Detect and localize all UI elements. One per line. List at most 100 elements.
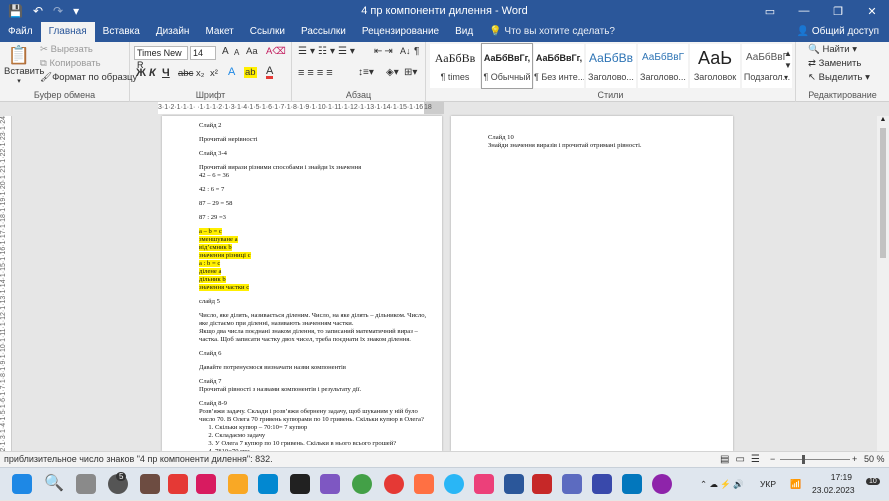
replace-button[interactable]: ⇄ Заменить [808,58,861,69]
close-icon[interactable]: ✕ [855,0,889,22]
highlight-button[interactable]: ab [244,67,257,78]
app-icon-8[interactable] [592,474,612,494]
app-icon-3[interactable] [196,474,216,494]
word-count[interactable]: приблизительное число знаков "4 пр компо… [4,452,273,467]
sort-button[interactable]: A↓ [400,46,411,56]
file-explorer-icon[interactable] [228,474,248,494]
find-button[interactable]: 🔍 Найти ▾ [808,44,857,55]
app-icon-10[interactable] [652,474,672,494]
notification-count[interactable]: 10 [866,478,880,485]
tab-home[interactable]: Главная [40,22,95,42]
style-normal[interactable]: АаБбВвГг, ¶ Обычный [481,43,533,89]
app-icon-7[interactable] [474,474,494,494]
scrollbar-thumb[interactable] [880,128,886,258]
style-heading-2[interactable]: АаБбВвГ Заголово... [638,44,688,88]
start-icon[interactable] [12,474,32,494]
underline-button[interactable]: Ч [162,67,170,79]
zoom-out-button[interactable]: − [770,452,775,467]
word-icon[interactable] [504,474,524,494]
cut-button[interactable]: ✂ Вырезать [40,44,93,55]
superscript-button[interactable]: x² [210,68,218,79]
style-title[interactable]: АаЬ Заголовок [690,44,740,88]
clear-format-icon[interactable]: A⌫ [266,46,286,57]
redo-icon[interactable]: ↷ [53,4,63,18]
italic-button[interactable]: К [149,67,156,79]
restore-icon[interactable]: ❐ [821,0,855,22]
list-buttons[interactable]: ☰▾☷▾☰▾ [298,46,358,57]
text-effects-button[interactable]: A [228,66,235,78]
font-color-button[interactable]: A [266,66,274,79]
zoom-slider[interactable] [780,459,850,460]
telegram-icon[interactable] [444,474,464,494]
grow-font-button[interactable]: A [222,46,229,57]
volume-icon[interactable]: 📶 [790,468,801,501]
shading-button[interactable]: ◈▾ [386,67,399,78]
doc-line: 87 – 29 = 58 [199,200,233,207]
doc-line: значення частки с [199,284,250,291]
paragraph-group: ☰▾☷▾☰▾ ⇤⇥ A↓ ¶ ≡≡≡≡ ↕≡▾ ◈▾ ⊞▾ Абзац [292,42,426,102]
undo-icon[interactable]: ↶ [33,4,43,18]
app-icon-5[interactable] [320,474,340,494]
subscript-button[interactable]: x₂ [196,68,204,79]
vertical-scrollbar[interactable]: ▲ [877,116,889,451]
style-no-spacing[interactable]: АаБбВвГг, ¶ Без инте... [534,44,584,88]
scroll-up-icon[interactable]: ▲ [877,116,889,123]
yandex-icon[interactable] [384,474,404,494]
task-view-icon[interactable] [76,474,96,494]
app-icon-6[interactable] [414,474,434,494]
search-icon[interactable]: 🔍 [44,474,64,494]
style-times[interactable]: АаБбВв ¶ times [430,44,480,88]
font-size-box[interactable]: 14 [190,46,216,60]
document-page-2[interactable]: Слайд 10 Знайди значення виразів і прочит… [451,116,733,451]
save-icon[interactable]: 💾 [8,4,23,18]
app-icon-1[interactable] [140,474,160,494]
horizontal-ruler-right[interactable]: 18 [424,102,444,114]
edge-icon[interactable] [258,474,278,494]
strikethrough-button[interactable]: abc [178,68,193,79]
tell-me-search[interactable]: 💡 Что вы хотите сделать? [481,22,623,42]
style-heading-1[interactable]: АаБбВв Заголово... [586,44,636,88]
document-page-1[interactable]: Слайд 2 Прочитай нерівності Слайд 3-4 Прочи… [162,116,442,455]
tab-insert[interactable]: Вставка [95,22,148,42]
copy-button[interactable]: ⧉ Копировать [40,58,101,69]
powerpoint-icon[interactable] [532,474,552,494]
borders-button[interactable]: ⊞▾ [404,67,417,78]
paste-button[interactable]: 📋 Вставить ▾ [4,44,44,85]
styles-scroll-icon[interactable]: ▲ ▼ ▾ [784,48,792,84]
minimize-icon[interactable]: — [787,0,821,22]
indent-buttons[interactable]: ⇤⇥ [374,46,395,57]
view-buttons[interactable]: ▤▭☰ [720,452,766,467]
line-spacing-button[interactable]: ↕≡▾ [358,67,374,78]
share-button[interactable]: 👤 Общий доступ [787,22,889,42]
app-icon-4[interactable] [290,474,310,494]
zoom-in-button[interactable]: + [852,452,857,467]
tab-file[interactable]: Файл [0,22,41,42]
language-indicator[interactable]: УКР [760,468,776,501]
customize-icon[interactable]: ▾ [73,4,79,18]
app-icon-2[interactable] [168,474,188,494]
align-buttons[interactable]: ≡≡≡≡ [298,67,336,79]
vertical-ruler[interactable]: ·1·2·1·1·1· ·1·1·1·2·1·3·1·4·1·5·1·6·1·7… [0,116,12,451]
tab-design[interactable]: Дизайн [148,22,198,42]
tab-view[interactable]: Вид [447,22,481,42]
format-painter-button[interactable]: 🖌Формат по образцу [40,72,137,83]
chrome-icon[interactable] [352,474,372,494]
font-name-box[interactable]: Times New R [134,46,188,70]
horizontal-ruler[interactable]: 3·1·2·1·1·1· ·1·1·1·2·1·3·1·4·1·5·1·6·1·… [158,102,424,114]
bold-button[interactable]: Ж [136,67,146,79]
change-case-button[interactable]: Aa [246,46,258,57]
ribbon-display-icon[interactable]: ▭ [753,0,787,22]
app-icon-9[interactable] [622,474,642,494]
tab-references[interactable]: Ссылки [242,22,293,42]
system-tray-icons[interactable]: ⌃ ☁ ⚡ 🔊 [700,468,744,501]
tab-review[interactable]: Рецензирование [354,22,447,42]
zoom-slider-thumb[interactable] [802,455,805,464]
tab-mailings[interactable]: Рассылки [293,22,354,42]
teams-icon[interactable] [562,474,582,494]
show-marks-button[interactable]: ¶ [414,46,419,57]
clock[interactable]: 17:19 23.02.2023 [812,471,855,497]
zoom-level[interactable]: 50 % [864,452,885,467]
shrink-font-button[interactable]: A [234,48,239,57]
select-button[interactable]: ↖ Выделить ▾ [808,72,870,83]
tab-layout[interactable]: Макет [197,22,241,42]
